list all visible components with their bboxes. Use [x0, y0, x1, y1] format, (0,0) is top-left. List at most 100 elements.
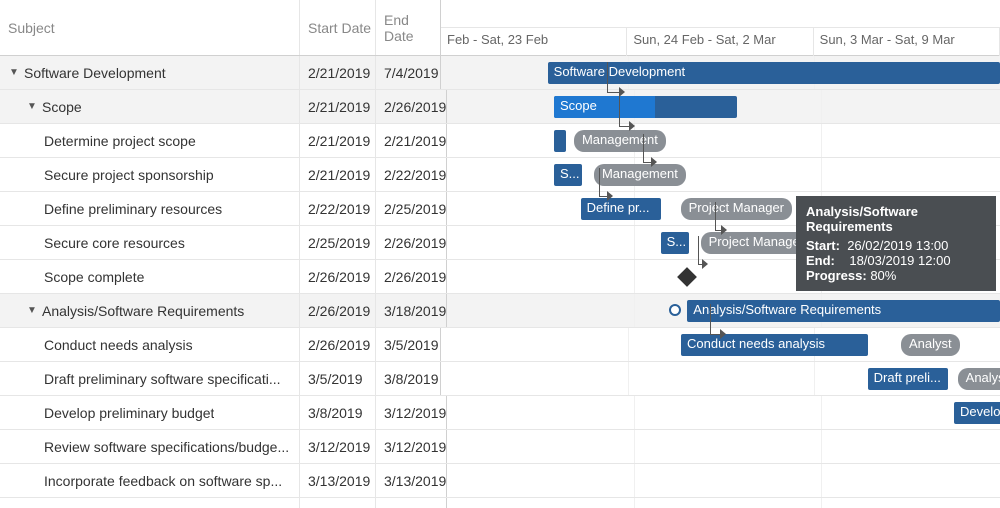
- table-row[interactable]: Incorporate feedback on software sp... 3/…: [0, 464, 1000, 498]
- timeline-lane[interactable]: Conduct needs analysis Analyst: [441, 328, 1000, 361]
- table-row[interactable]: ▼Scope2/21/20192/26/2019Scope: [0, 90, 1000, 124]
- tooltip-title: Analysis/Software Requirements: [806, 204, 986, 234]
- col-header-start[interactable]: Start Date: [300, 0, 376, 55]
- task-end-date: 2/25/2019: [376, 192, 446, 225]
- bar-label: Scope: [560, 98, 597, 113]
- table-row[interactable]: Develop delivery timeline3/14/20193/14/2…: [0, 498, 1000, 508]
- bar-label: Conduct needs analysis: [687, 336, 825, 351]
- task-end-date: 3/14/2019: [376, 498, 446, 508]
- timeline-lane[interactable]: Develo: [447, 396, 1000, 429]
- task-subject: Determine project scope: [44, 133, 196, 149]
- task-start-date: 3/13/2019: [300, 464, 376, 497]
- bar-label: S...: [560, 166, 580, 181]
- resource-pill: Analyst: [958, 368, 1000, 390]
- task-subject: Secure project sponsorship: [44, 167, 214, 183]
- task-subject: Conduct needs analysis: [44, 337, 193, 353]
- resource-pill: Analyst: [901, 334, 960, 356]
- task-start-date: 2/21/2019: [300, 90, 376, 123]
- timeline-lane[interactable]: Management: [447, 124, 1000, 157]
- timeline-lane[interactable]: Analysis/Software Requirements: [447, 294, 1000, 327]
- table-row[interactable]: Conduct needs analysis2/26/20193/5/2019C…: [0, 328, 1000, 362]
- task-start-date: 3/14/2019: [300, 498, 376, 508]
- task-end-date: 7/4/2019: [376, 56, 440, 89]
- task-end-date: 3/12/2019: [376, 430, 446, 463]
- timeline-lane[interactable]: [447, 464, 1000, 497]
- task-subject: Define preliminary resources: [44, 201, 222, 217]
- task-bar[interactable]: Define pr...: [581, 198, 661, 220]
- task-start-date: 2/21/2019: [300, 124, 376, 157]
- task-subject: Draft preliminary software specificati..…: [44, 371, 281, 387]
- summary-bar[interactable]: Analysis/Software Requirements: [687, 300, 1000, 322]
- tooltip-progress-label: Progress:: [806, 268, 867, 283]
- task-end-date: 2/21/2019: [376, 124, 446, 157]
- task-subject: Scope complete: [44, 269, 144, 285]
- task-start-date: 2/21/2019: [300, 56, 376, 89]
- task-start-date: 2/26/2019: [300, 328, 376, 361]
- table-row[interactable]: ▼ Analysis/Software Requirements 2/26/2019…: [0, 294, 1000, 328]
- task-end-date: 2/22/2019: [376, 158, 446, 191]
- table-row[interactable]: Draft preliminary software specificati..…: [0, 362, 1000, 396]
- task-start-date: 3/8/2019: [300, 396, 376, 429]
- table-row[interactable]: Determine project scope 2/21/20192/21/201…: [0, 124, 1000, 158]
- task-bar[interactable]: Conduct needs analysis: [681, 334, 868, 356]
- col-header-end[interactable]: End Date: [376, 0, 440, 55]
- gantt-chart: Subject Start Date End Date Feb - Sat, 2…: [0, 0, 1000, 508]
- task-bar[interactable]: S...: [554, 164, 582, 186]
- table-row[interactable]: Secure project sponsorship 2/21/20192/22/…: [0, 158, 1000, 192]
- bar-label: Software Development: [554, 64, 686, 79]
- bar-label: S...: [667, 234, 687, 249]
- task-subject: Develop preliminary budget: [44, 405, 214, 421]
- task-bar[interactable]: [554, 130, 566, 152]
- task-tooltip: Analysis/Software Requirements Start: 26…: [796, 196, 996, 291]
- resource-pill: Project Manager: [681, 198, 792, 220]
- task-end-date: 3/13/2019: [376, 464, 446, 497]
- timeline-lane[interactable]: Scope: [447, 90, 1000, 123]
- bar-label: Analysis/Software Requirements: [693, 302, 881, 317]
- task-subject: Software Development: [24, 65, 166, 81]
- timeline-cell: Feb - Sat, 23 Feb: [441, 28, 627, 56]
- timeline-lane[interactable]: [447, 430, 1000, 463]
- timeline-lane[interactable]: Software Development: [441, 56, 1000, 89]
- link-marker-icon: [669, 304, 681, 316]
- header-row: Subject Start Date End Date Feb - Sat, 2…: [0, 0, 1000, 56]
- task-bar[interactable]: Develo: [954, 402, 1000, 424]
- table-row[interactable]: Review software specifications/budge... 3…: [0, 430, 1000, 464]
- timeline-lane[interactable]: [447, 498, 1000, 508]
- milestone-marker[interactable]: [677, 267, 697, 287]
- task-subject: Incorporate feedback on software sp...: [44, 473, 282, 489]
- timeline-cell: Sun, 24 Feb - Sat, 2 Mar: [627, 28, 813, 56]
- task-end-date: 3/8/2019: [376, 362, 440, 395]
- task-start-date: 2/22/2019: [300, 192, 376, 225]
- task-start-date: 2/21/2019: [300, 158, 376, 191]
- table-row[interactable]: ▼ Software Development 2/21/20197/4/2019 So…: [0, 56, 1000, 90]
- task-start-date: 3/5/2019: [300, 362, 376, 395]
- task-subject: Analysis/Software Requirements: [42, 303, 244, 319]
- task-end-date: 3/12/2019: [376, 396, 446, 429]
- task-bar[interactable]: S...: [661, 232, 689, 254]
- task-subject: Secure core resources: [44, 235, 185, 251]
- task-end-date: 3/18/2019: [376, 294, 446, 327]
- summary-bar[interactable]: Scope: [554, 96, 737, 118]
- task-subject: Review software specifications/budge...: [44, 439, 289, 455]
- timeline-header[interactable]: Feb - Sat, 23 Feb Sun, 24 Feb - Sat, 2 M…: [441, 0, 1000, 55]
- expand-toggle-icon[interactable]: ▼: [8, 67, 20, 78]
- summary-bar[interactable]: Software Development: [548, 62, 1000, 84]
- table-row[interactable]: Develop preliminary budget 3/8/20193/12/2…: [0, 396, 1000, 430]
- task-subject: Scope: [42, 99, 82, 115]
- task-bar[interactable]: Draft preli...: [868, 368, 948, 390]
- timeline-cell: Sun, 3 Mar - Sat, 9 Mar: [814, 28, 1000, 56]
- tooltip-start-value: 26/02/2019 13:00: [847, 238, 948, 253]
- timeline-lane[interactable]: S... Management: [447, 158, 1000, 191]
- col-header-subject[interactable]: Subject: [0, 0, 300, 55]
- task-end-date: 3/5/2019: [376, 328, 440, 361]
- task-start-date: 3/12/2019: [300, 430, 376, 463]
- bar-label: Develo: [960, 404, 1000, 419]
- timeline-lane[interactable]: Draft preli... Analyst: [441, 362, 1000, 395]
- expand-toggle-icon[interactable]: ▼: [26, 305, 38, 316]
- bar-label: Define pr...: [587, 200, 650, 215]
- task-start-date: 2/26/2019: [300, 294, 376, 327]
- tooltip-start-label: Start:: [806, 238, 840, 253]
- resource-pill: Management: [594, 164, 686, 186]
- task-end-date: 2/26/2019: [376, 260, 446, 293]
- expand-toggle-icon[interactable]: ▼: [26, 101, 38, 112]
